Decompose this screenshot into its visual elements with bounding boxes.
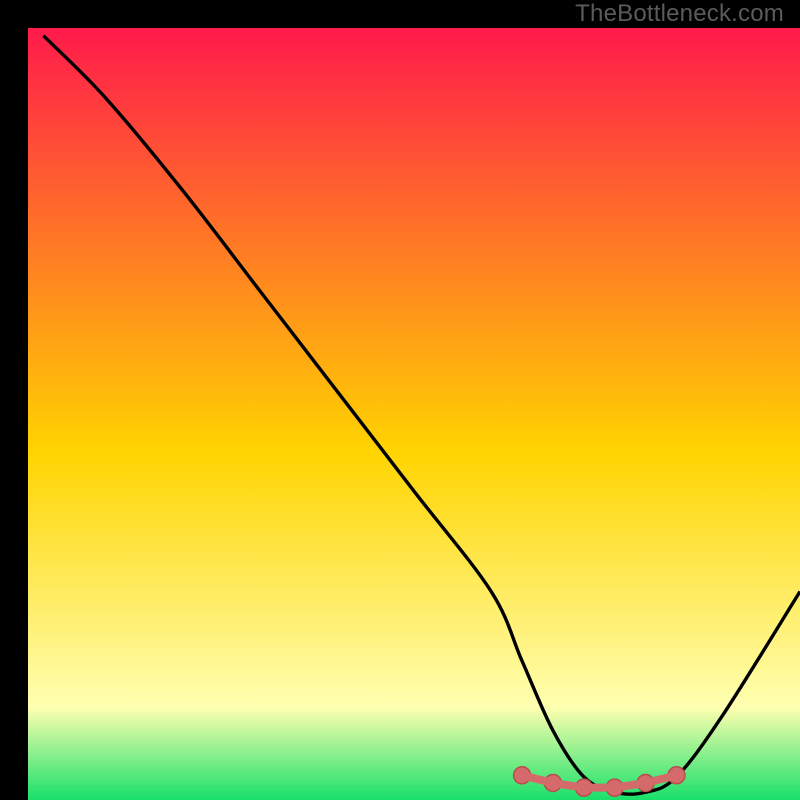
watermark-text: TheBottleneck.com bbox=[575, 2, 784, 26]
bottleneck-chart bbox=[28, 28, 800, 800]
chart-frame bbox=[14, 14, 786, 786]
